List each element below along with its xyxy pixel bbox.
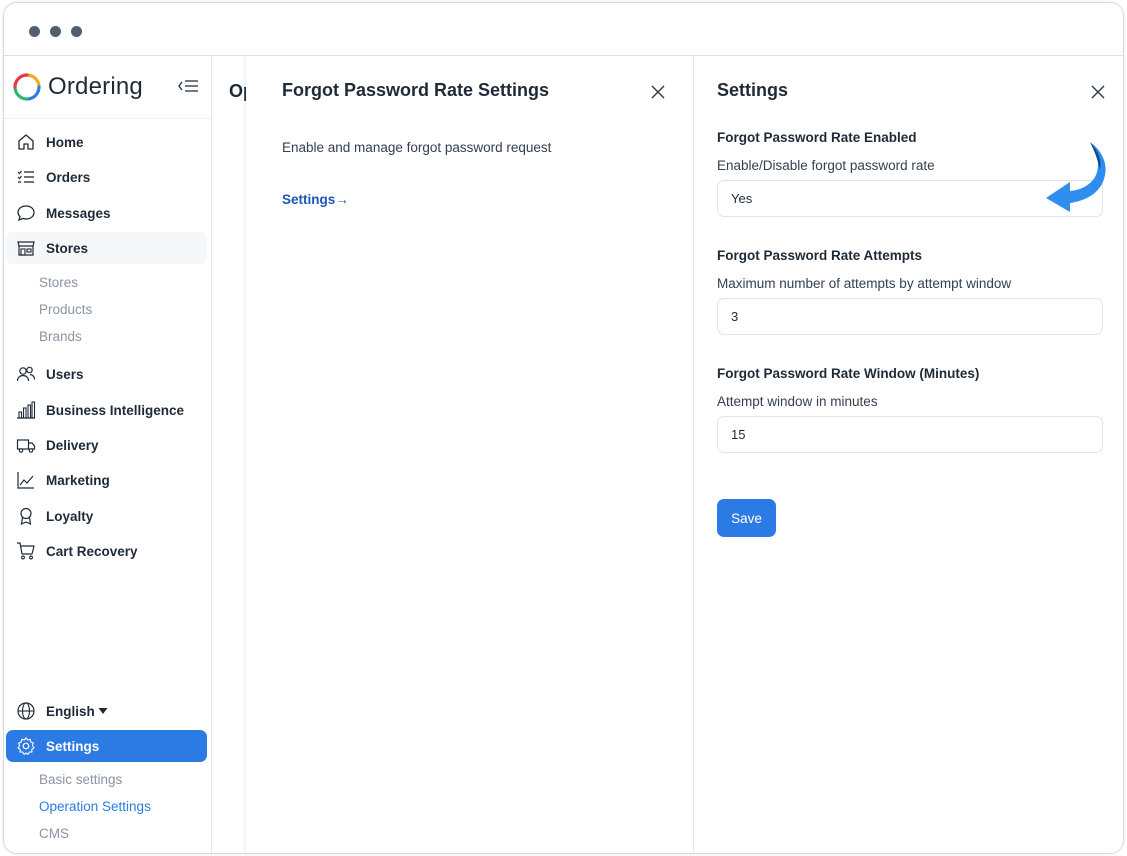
globe-icon xyxy=(17,702,35,720)
cart-icon xyxy=(17,542,35,560)
sidebar-item-marketing[interactable]: Marketing xyxy=(6,464,207,496)
browser-window: Ordering Home Orders Messages Stores Sto… xyxy=(3,2,1124,854)
language-label: English xyxy=(46,703,95,719)
sidebar-item-settings[interactable]: Settings xyxy=(6,730,207,762)
caret-down-icon xyxy=(98,708,108,714)
save-button[interactable]: Save xyxy=(717,499,776,537)
sidebar-subitem-brands[interactable]: Brands xyxy=(39,329,82,344)
award-icon xyxy=(20,507,32,525)
sidebar-item-label: Stores xyxy=(46,240,89,256)
rate-window-input[interactable]: 15 xyxy=(717,416,1103,453)
truck-icon xyxy=(16,439,36,453)
window-dot-close[interactable] xyxy=(29,26,40,37)
field-title-rate-window: Forgot Password Rate Window (Minutes) xyxy=(717,366,980,381)
field-desc-rate-enabled: Enable/Disable forgot password rate xyxy=(717,158,935,173)
sidebar-subitem-cms[interactable]: CMS xyxy=(39,826,69,841)
settings-link[interactable]: Settings→ xyxy=(282,192,349,207)
sidebar-item-stores[interactable]: Stores xyxy=(6,232,207,264)
sidebar-divider xyxy=(4,118,211,119)
sidebar-subitem-operation-settings[interactable]: Operation Settings xyxy=(39,799,151,814)
sidebar-item-label: Delivery xyxy=(46,437,99,453)
rate-attempts-input[interactable]: 3 xyxy=(717,298,1103,335)
sidebar-item-label: Business Intelligence xyxy=(46,402,185,418)
close-icon[interactable] xyxy=(1089,83,1107,101)
collapse-menu-icon[interactable] xyxy=(177,76,199,96)
home-icon xyxy=(18,134,34,150)
sidebar-subitem-basic-settings[interactable]: Basic settings xyxy=(39,772,122,787)
forgot-password-drawer: Forgot Password Rate Settings Enable and… xyxy=(246,56,694,853)
sidebar-item-label: Loyalty xyxy=(46,508,94,524)
field-desc-rate-window: Attempt window in minutes xyxy=(717,394,878,409)
close-icon[interactable] xyxy=(649,83,667,101)
sidebar-subitem-stores[interactable]: Stores xyxy=(39,275,78,290)
sidebar-item-loyalty[interactable]: Loyalty xyxy=(6,500,207,532)
users-icon xyxy=(16,366,36,382)
sidebar-item-label: Users xyxy=(46,366,84,382)
field-title-rate-attempts: Forgot Password Rate Attempts xyxy=(717,248,923,263)
bar-chart-icon xyxy=(17,401,36,419)
sidebar-item-messages[interactable]: Messages xyxy=(6,197,207,229)
field-title-rate-enabled: Forgot Password Rate Enabled xyxy=(717,130,917,145)
field-desc-rate-attempts: Maximum number of attempts by attempt wi… xyxy=(717,276,1012,291)
window-dot-minimize[interactable] xyxy=(50,26,61,37)
drawer-title: Forgot Password Rate Settings xyxy=(282,80,550,100)
sidebar: Ordering Home Orders Messages Stores Sto… xyxy=(4,56,212,853)
ordering-logo-icon xyxy=(13,73,41,101)
window-titlebar xyxy=(4,3,1123,56)
settings-drawer-title: Settings xyxy=(717,80,789,100)
sidebar-item-home[interactable]: Home xyxy=(6,126,207,158)
sidebar-item-label: Marketing xyxy=(46,472,110,488)
sidebar-subitem-products[interactable]: Products xyxy=(39,302,92,317)
brand-name: Ordering xyxy=(48,73,143,100)
sidebar-item-label: Orders xyxy=(46,169,91,185)
gear-icon xyxy=(17,737,35,755)
line-chart-icon xyxy=(17,472,34,489)
chat-icon xyxy=(17,205,35,222)
sidebar-item-label: Home xyxy=(46,134,84,150)
sidebar-item-label: Cart Recovery xyxy=(46,543,138,559)
sidebar-item-business-intelligence[interactable]: Business Intelligence xyxy=(6,394,207,426)
window-dot-maximize[interactable] xyxy=(71,26,82,37)
drawer-description: Enable and manage forgot password reques… xyxy=(282,140,552,155)
sidebar-item-users[interactable]: Users xyxy=(6,358,207,390)
sidebar-item-orders[interactable]: Orders xyxy=(6,161,207,193)
list-icon xyxy=(17,170,34,183)
brand[interactable]: Ordering xyxy=(12,70,207,104)
curved-arrow-icon xyxy=(1046,142,1106,212)
sidebar-item-delivery[interactable]: Delivery xyxy=(6,429,207,461)
sidebar-item-label: Messages xyxy=(46,205,111,221)
language-selector[interactable]: English xyxy=(6,695,207,727)
sidebar-item-cart-recovery[interactable]: Cart Recovery xyxy=(6,535,207,567)
store-icon xyxy=(17,241,35,256)
sidebar-item-label: Settings xyxy=(46,738,100,754)
